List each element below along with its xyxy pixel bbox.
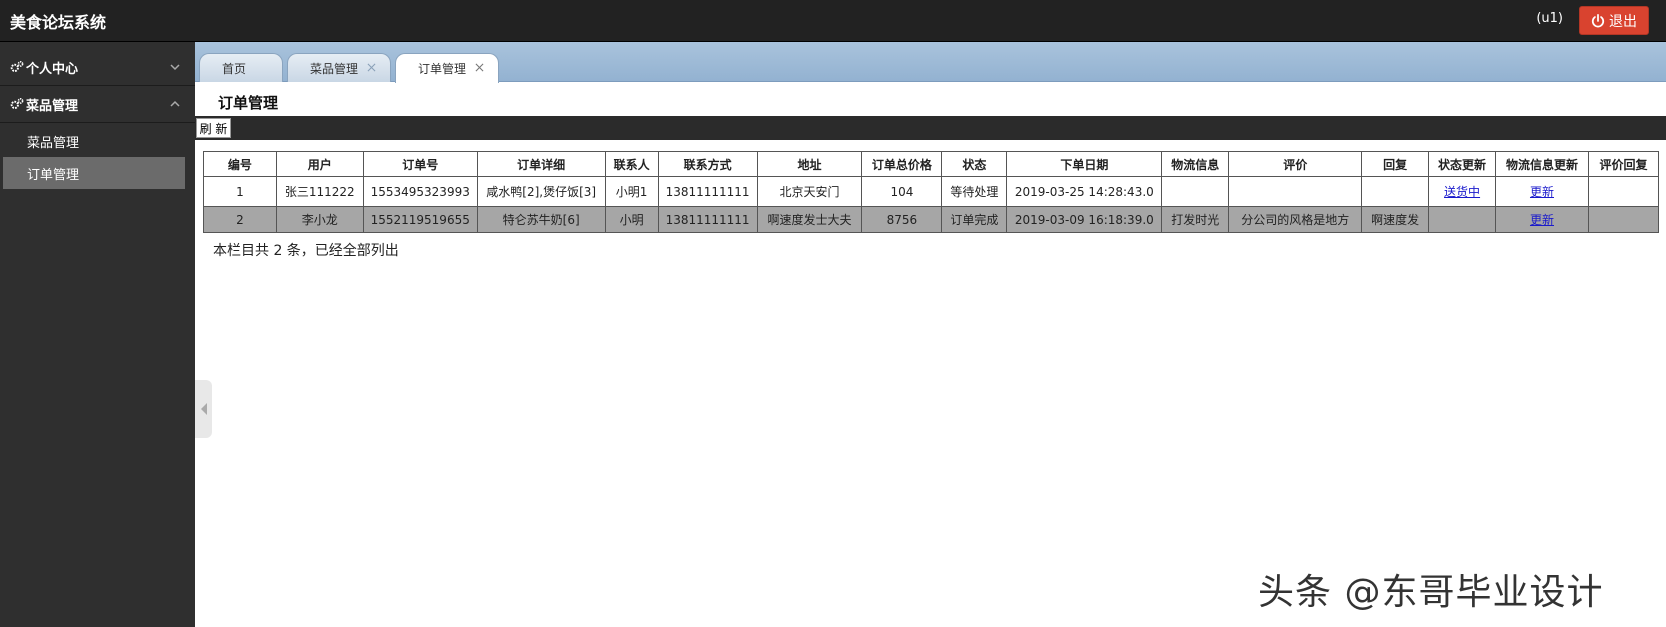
sidebar-item-dish-management[interactable]: 菜品管理: [0, 125, 195, 157]
page-title: 订单管理: [218, 94, 279, 112]
cell-address: 北京天安门: [756, 176, 863, 207]
chevron-down-icon: [170, 64, 180, 71]
cell-date: 2019-03-09 16:18:39.0: [1006, 206, 1163, 233]
column-header: 状态更新: [1428, 151, 1497, 177]
cell-total: 8756: [861, 206, 943, 233]
cell-id: 1: [203, 176, 277, 207]
cell-date: 2019-03-25 14:28:43.0: [1006, 176, 1163, 207]
column-header: 物流信息: [1161, 151, 1230, 177]
gears-icon: [10, 61, 24, 72]
cell-status-update: [1428, 206, 1497, 233]
cell-user: 张三111222: [275, 176, 364, 207]
sidebar-section-label: 菜品管理: [26, 98, 79, 114]
top-bar: 美食论坛系统 (u1) 退出: [0, 0, 1666, 42]
cell-order-no: 1553495323993: [362, 176, 478, 207]
cell-review: [1228, 176, 1363, 207]
orders-table: 编号 用户 订单号 订单详细 联系人 联系方式 地址 订单总价格 状态 下单日期…: [203, 151, 1660, 233]
cell-logistics-update: 更新: [1495, 206, 1589, 233]
sidebar-section-personal[interactable]: 个人中心: [0, 49, 195, 86]
cell-phone: 13811111111: [657, 206, 758, 233]
sidebar: 个人中心 菜品管理 菜品管理 订单管理: [0, 42, 195, 627]
cell-reply: 啊速度发: [1361, 206, 1430, 233]
cell-logistics: [1161, 176, 1230, 207]
power-icon: [1591, 13, 1605, 27]
column-header: 编号: [203, 151, 277, 177]
status-update-link[interactable]: 送货中: [1444, 185, 1480, 199]
column-header: 评价: [1228, 151, 1363, 177]
cell-detail: 咸水鸭[2],煲仔饭[3]: [476, 176, 606, 207]
sidebar-section-label: 个人中心: [26, 61, 79, 77]
cell-order-no: 1552119519655: [362, 206, 478, 233]
column-header: 评价回复: [1587, 151, 1660, 177]
cell-detail: 特仑苏牛奶[6]: [476, 206, 606, 233]
logout-button[interactable]: 退出: [1579, 6, 1649, 35]
logistics-update-link[interactable]: 更新: [1530, 185, 1554, 199]
column-header: 状态: [941, 151, 1008, 177]
cell-status: 订单完成: [941, 206, 1008, 233]
sidebar-collapse-handle[interactable]: [195, 380, 212, 438]
current-user: (u1): [1536, 11, 1563, 26]
column-header: 联系方式: [657, 151, 758, 177]
cell-user: 李小龙: [275, 206, 364, 233]
cell-logistics-update: 更新: [1495, 176, 1589, 207]
chevron-left-icon: [200, 403, 207, 415]
column-header: 订单总价格: [861, 151, 943, 177]
column-header: 物流信息更新: [1495, 151, 1589, 177]
column-header: 回复: [1361, 151, 1430, 177]
app-title: 美食论坛系统: [10, 13, 107, 32]
column-header: 用户: [275, 151, 364, 177]
column-header: 订单号: [362, 151, 478, 177]
tab-label: 首页: [222, 61, 247, 76]
close-icon[interactable]: [367, 63, 376, 72]
gears-icon: [10, 98, 24, 109]
logistics-update-link[interactable]: 更新: [1530, 213, 1554, 227]
cell-status-update: 送货中: [1428, 176, 1497, 207]
column-header: 联系人: [604, 151, 659, 177]
cell-total: 104: [861, 176, 943, 207]
table-row: 2 李小龙 1552119519655 特仑苏牛奶[6] 小明 13811111…: [203, 206, 1660, 233]
list-summary: 本栏目共 2 条，已经全部列出: [213, 243, 399, 259]
cell-contact: 小明1: [604, 176, 659, 207]
refresh-button[interactable]: 刷 新: [196, 118, 231, 138]
tab-label: 订单管理: [418, 62, 467, 76]
watermark: 头条 @东哥毕业设计: [1258, 572, 1604, 613]
cell-reply: [1361, 176, 1430, 207]
cell-phone: 13811111111: [657, 176, 758, 207]
close-icon[interactable]: [475, 63, 484, 72]
cell-id: 2: [203, 206, 277, 233]
sidebar-section-dishes[interactable]: 菜品管理: [0, 86, 195, 123]
cell-review-reply: [1587, 176, 1660, 207]
tab-home[interactable]: 首页: [199, 53, 283, 82]
column-header: 下单日期: [1006, 151, 1163, 177]
chevron-up-icon: [170, 100, 180, 107]
table-row: 1 张三111222 1553495323993 咸水鸭[2],煲仔饭[3] 小…: [203, 176, 1660, 207]
cell-logistics: 打发时光: [1161, 206, 1230, 233]
sidebar-item-order-management[interactable]: 订单管理: [3, 157, 185, 189]
cell-review-reply: [1587, 206, 1660, 233]
tab-bar: 首页 菜品管理 订单管理: [195, 42, 1666, 83]
tab-label: 菜品管理: [310, 61, 359, 76]
toolbar-strip: [195, 116, 1666, 140]
column-header: 地址: [756, 151, 863, 177]
tab-order-management[interactable]: 订单管理: [395, 53, 499, 83]
logout-label: 退出: [1609, 13, 1637, 30]
column-header: 订单详细: [476, 151, 606, 177]
cell-status: 等待处理: [941, 176, 1008, 207]
cell-review: 分公司的风格是地方: [1228, 206, 1363, 233]
cell-address: 啊速度发士大夫: [756, 206, 863, 233]
tab-dish-management[interactable]: 菜品管理: [287, 53, 391, 82]
table-header-row: 编号 用户 订单号 订单详细 联系人 联系方式 地址 订单总价格 状态 下单日期…: [203, 151, 1660, 177]
cell-contact: 小明: [604, 206, 659, 233]
